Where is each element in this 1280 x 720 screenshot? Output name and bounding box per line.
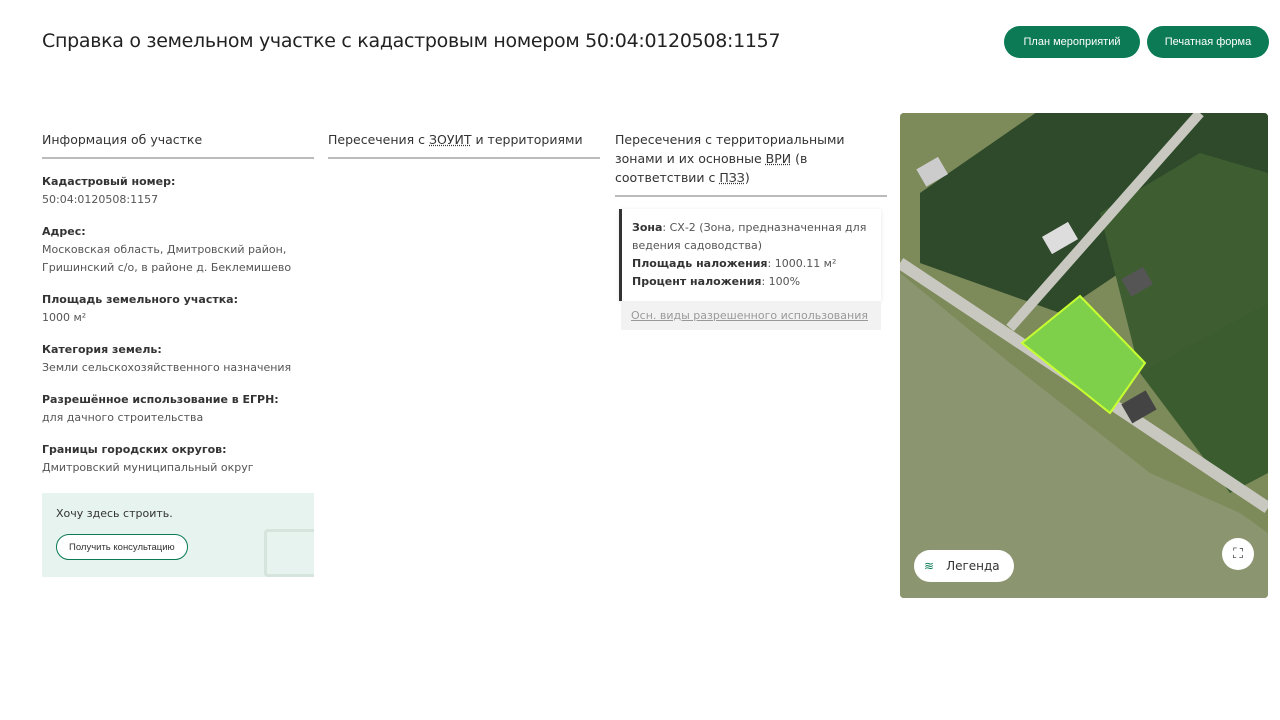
cta-text: Хочу здесь строить. [56,507,173,520]
overlap-percent-value: : 100% [761,275,801,288]
zones-column: Пересечения с территориальными зонами и … [615,130,887,330]
field-label: Разрешённое использование в ЕГРН: [42,393,279,406]
field-label: Площадь земельного участка: [42,293,239,306]
zones-heading: Пересечения с территориальными зонами и … [615,130,887,197]
consultation-banner: Хочу здесь строить. Получить консультаци… [42,493,314,577]
map-legend-button[interactable]: ≋ Легенда [914,550,1014,582]
overlap-area-value: : 1000.11 м² [767,257,837,270]
heading-text: и территориями [471,132,583,147]
permitted-uses-link[interactable]: Осн. виды разрешенного использования [621,301,881,330]
layers-icon: ≋ [924,559,935,573]
map-imagery [900,113,1268,598]
zone-label: Зона [632,221,663,234]
zone-card: Зона: СХ-2 (Зона, предназначенная для ве… [619,209,881,301]
field-value: 1000 м² [42,311,87,324]
heading-text: Пересечения с территориальными зонами и … [615,132,845,166]
zouit-abbr[interactable]: ЗОУИТ [429,132,471,147]
zouit-column: Пересечения с ЗОУИТ и территориями [328,130,600,159]
satellite-map[interactable]: ≋ Легенда ⛶ [900,113,1268,598]
parcel-info-heading: Информация об участке [42,130,314,159]
field-label: Адрес: [42,225,86,238]
heading-text: Пересечения с [328,132,429,147]
field-value: 50:04:0120508:1157 [42,193,159,206]
field-cadastral: Кадастровый номер: 50:04:0120508:1157 [42,173,314,209]
field-value: Дмитровский муниципальный округ [42,461,254,474]
field-value: для дачного строительства [42,411,204,424]
overlap-area-label: Площадь наложения [632,257,768,270]
envelope-icon [264,529,314,577]
field-label: Кадастровый номер: [42,175,176,188]
page-title: Справка о земельном участке с кадастровы… [42,30,781,52]
legend-label: Легенда [946,559,1000,573]
print-form-button[interactable]: Печатная форма [1147,26,1269,58]
overlap-percent-label: Процент наложения [632,275,762,288]
parcel-info-column: Информация об участке Кадастровый номер:… [42,130,314,577]
field-category: Категория земель: Земли сельскохозяйствен… [42,341,314,377]
action-plan-button[interactable]: План мероприятий [1004,26,1140,58]
field-permitted-use: Разрешённое использование в ЕГРН: для дач… [42,391,314,427]
zouit-heading: Пересечения с ЗОУИТ и территориями [328,130,600,159]
field-district: Границы городских округов: Дмитровский му… [42,441,314,477]
field-address: Адрес: Московская область, Дмитровский ра… [42,223,314,277]
field-label: Категория земель: [42,343,162,356]
field-value: Земли сельскохозяйственного назначения [42,361,292,374]
fullscreen-icon[interactable]: ⛶ [1222,538,1254,570]
pzz-abbr[interactable]: ПЗЗ [719,170,744,185]
get-consultation-button[interactable]: Получить консультацию [56,534,188,560]
field-value: Московская область, Дмитровский район, Г… [42,243,292,274]
zone-value: : СХ-2 (Зона, предназначенная для ведени… [632,221,867,252]
heading-text: ) [744,170,750,185]
field-area: Площадь земельного участка: 1000 м² [42,291,314,327]
field-label: Границы городских округов: [42,443,227,456]
vri-abbr[interactable]: ВРИ [766,151,791,166]
